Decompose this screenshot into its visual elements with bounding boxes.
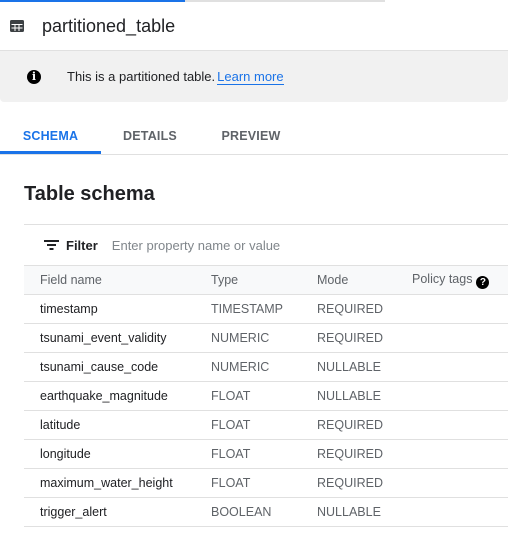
field-mode: NULLABLE bbox=[317, 352, 412, 382]
field-mode: REQUIRED bbox=[317, 439, 412, 469]
field-mode: REQUIRED bbox=[317, 468, 412, 498]
loading-progress-bar bbox=[0, 0, 508, 2]
help-icon[interactable]: ? bbox=[476, 275, 490, 289]
field-name: timestamp bbox=[24, 294, 211, 324]
tab-schema[interactable]: SCHEMA bbox=[0, 118, 101, 154]
field-type: FLOAT bbox=[211, 381, 317, 411]
field-mode: REQUIRED bbox=[317, 410, 412, 440]
column-header-field-name: Field name bbox=[24, 265, 211, 295]
field-policy-tags bbox=[412, 323, 508, 353]
filter-icon[interactable] bbox=[44, 239, 60, 251]
section-heading: Table schema bbox=[24, 183, 155, 205]
field-type: NUMERIC bbox=[211, 323, 317, 353]
field-policy-tags bbox=[412, 381, 508, 411]
field-name: latitude bbox=[24, 410, 211, 440]
divider bbox=[24, 224, 508, 225]
filter-input[interactable] bbox=[111, 237, 312, 253]
filter-label: Filter bbox=[66, 237, 98, 253]
table-row[interactable]: trigger_alert BOOLEAN NULLABLE bbox=[24, 497, 508, 527]
table-row[interactable]: earthquake_magnitude FLOAT NULLABLE bbox=[24, 381, 508, 411]
table-header-row: Field name Type Mode Policy tags? bbox=[24, 265, 508, 295]
field-mode: NULLABLE bbox=[317, 381, 412, 411]
field-policy-tags bbox=[412, 352, 508, 382]
schema-table: Field name Type Mode Policy tags? timest… bbox=[24, 265, 508, 527]
field-policy-tags bbox=[412, 468, 508, 498]
table-row[interactable]: tsunami_cause_code NUMERIC NULLABLE bbox=[24, 352, 508, 382]
field-name: tsunami_event_validity bbox=[24, 323, 211, 353]
field-type: FLOAT bbox=[211, 468, 317, 498]
column-header-type: Type bbox=[211, 265, 317, 295]
tab-preview[interactable]: PREVIEW bbox=[199, 118, 303, 154]
page-title: partitioned_table bbox=[42, 15, 176, 36]
field-name: maximum_water_height bbox=[24, 468, 211, 498]
page-header: partitioned_table bbox=[10, 14, 175, 38]
info-icon: i bbox=[27, 69, 41, 84]
tab-details[interactable]: DETAILS bbox=[101, 118, 199, 154]
field-type: FLOAT bbox=[211, 410, 317, 440]
field-policy-tags bbox=[412, 497, 508, 527]
field-policy-tags bbox=[412, 294, 508, 324]
info-banner: i This is a partitioned table. Learn mor… bbox=[0, 50, 508, 102]
table-row[interactable]: latitude FLOAT REQUIRED bbox=[24, 410, 508, 440]
field-policy-tags bbox=[412, 439, 508, 469]
field-name: tsunami_cause_code bbox=[24, 352, 211, 382]
table-icon bbox=[10, 20, 24, 32]
field-mode: REQUIRED bbox=[317, 323, 412, 353]
field-policy-tags bbox=[412, 410, 508, 440]
field-type: FLOAT bbox=[211, 439, 317, 469]
banner-message: This is a partitioned table. bbox=[67, 69, 216, 84]
field-name: earthquake_magnitude bbox=[24, 381, 211, 411]
table-row[interactable]: longitude FLOAT REQUIRED bbox=[24, 439, 508, 469]
table-row[interactable]: tsunami_event_validity NUMERIC REQUIRED bbox=[24, 323, 508, 353]
field-name: longitude bbox=[24, 439, 211, 469]
tab-bar: SCHEMA DETAILS PREVIEW bbox=[0, 118, 508, 155]
filter-bar: Filter bbox=[44, 233, 312, 257]
column-header-mode: Mode bbox=[317, 265, 412, 295]
column-header-policy-tags: Policy tags? bbox=[412, 265, 508, 295]
table-row[interactable]: timestamp TIMESTAMP REQUIRED bbox=[24, 294, 508, 324]
field-type: TIMESTAMP bbox=[211, 294, 317, 324]
field-type: NUMERIC bbox=[211, 352, 317, 382]
table-row[interactable]: maximum_water_height FLOAT REQUIRED bbox=[24, 468, 508, 498]
learn-more-link[interactable]: Learn more bbox=[217, 69, 284, 85]
field-mode: REQUIRED bbox=[317, 294, 412, 324]
field-mode: NULLABLE bbox=[317, 497, 412, 527]
field-name: trigger_alert bbox=[24, 497, 211, 527]
field-type: BOOLEAN bbox=[211, 497, 317, 527]
policy-tags-label: Policy tags bbox=[412, 271, 473, 286]
